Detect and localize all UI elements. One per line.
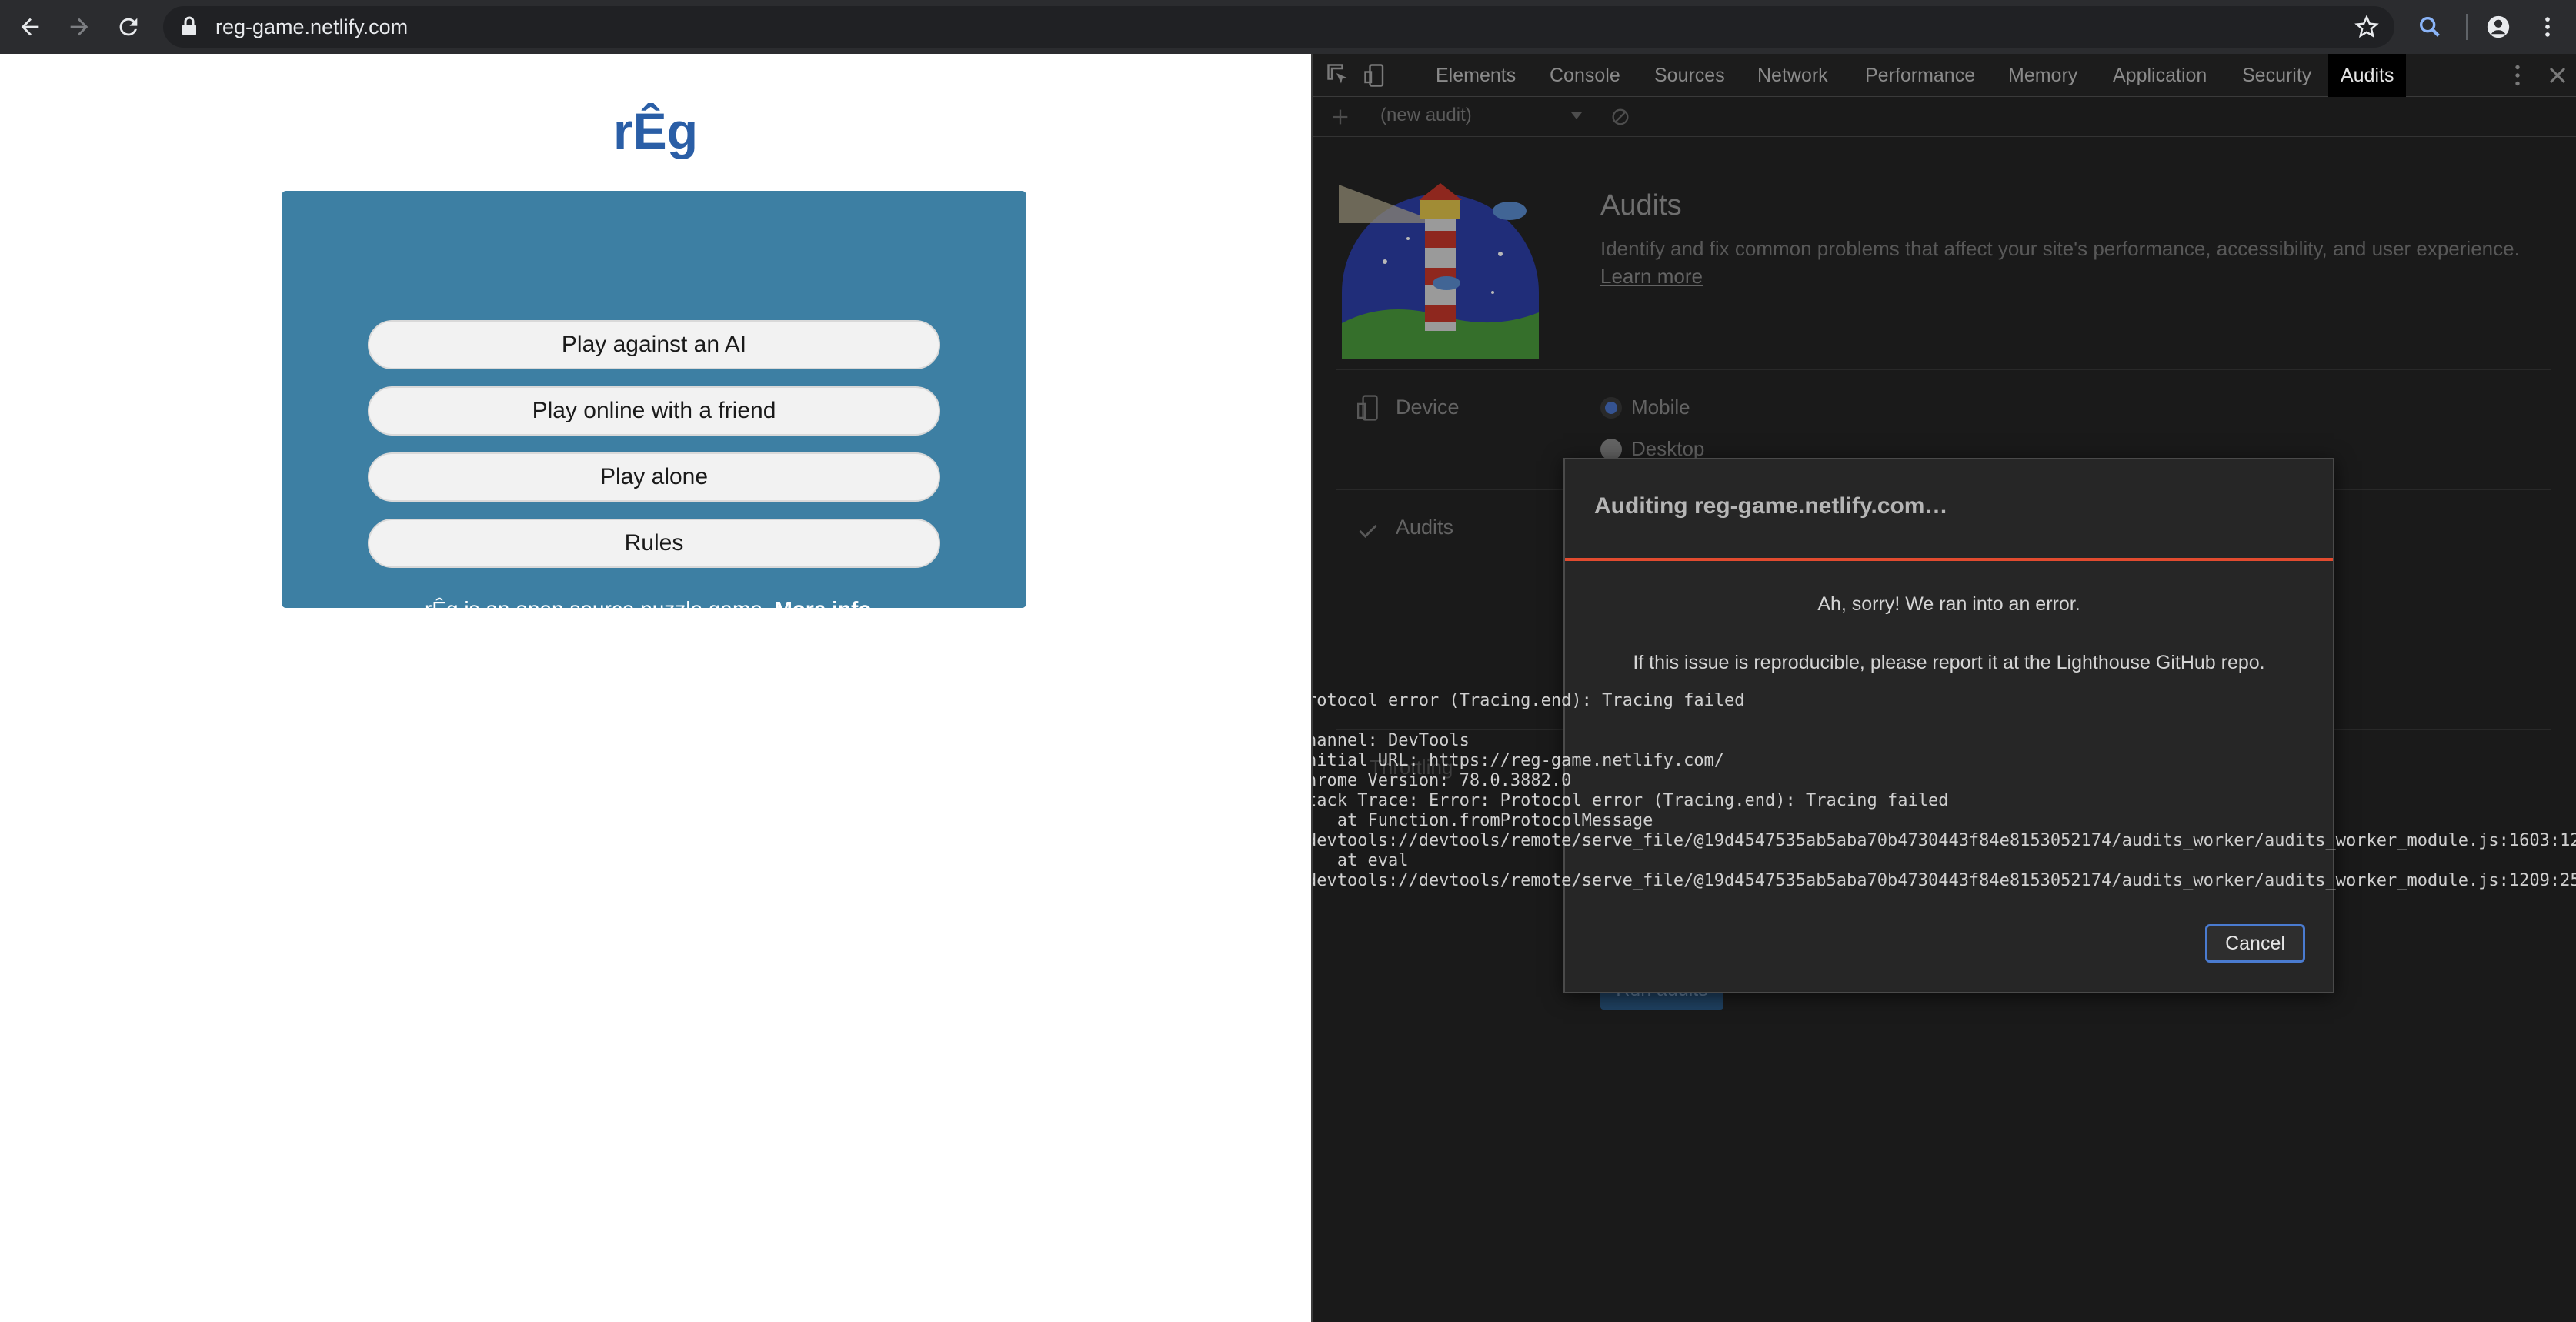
- lock-icon: [182, 16, 196, 35]
- toolbar-divider: [2466, 14, 2468, 40]
- clear-icon[interactable]: [1610, 106, 1631, 128]
- add-audit-icon[interactable]: [1330, 106, 1351, 128]
- inspect-element-icon[interactable]: [1325, 62, 1353, 89]
- error-progress-bar: [1565, 558, 2333, 561]
- browser-toolbar: reg-game.netlify.com: [0, 0, 2576, 54]
- report-message: If this issue is reproducible, please re…: [1633, 652, 2265, 673]
- tab-performance[interactable]: Performance: [1853, 54, 1987, 97]
- tab-application[interactable]: Application: [2101, 54, 2219, 97]
- play-alone-button[interactable]: Play alone: [368, 452, 940, 502]
- more-info-link[interactable]: More info: [774, 597, 871, 621]
- bookmark-star-icon[interactable]: [2349, 9, 2384, 45]
- forward-arrow-icon[interactable]: [62, 9, 97, 45]
- trace-line: devtools://devtools/remote/serve_file/@1…: [1313, 871, 2576, 890]
- devtools-menu-icon[interactable]: [2504, 62, 2531, 89]
- dialog-title: Auditing reg-game.netlify.com…: [1594, 493, 1948, 519]
- audit-select[interactable]: (new audit): [1380, 105, 1472, 126]
- chevron-down-icon: [1571, 112, 1582, 119]
- trace-line: hannel: DevTools: [1313, 731, 1470, 750]
- menu-panel: Play against an AI Play online with a fr…: [282, 191, 1026, 621]
- play-ai-button[interactable]: Play against an AI: [368, 320, 940, 369]
- devtools-panel: Elements Console Sources Network Perform…: [1311, 54, 2576, 1322]
- back-arrow-icon[interactable]: [12, 9, 48, 45]
- footer-prefix: rÊg is an open source puzzle game.: [424, 597, 769, 621]
- footer-suffix: .: [871, 597, 884, 621]
- url-text[interactable]: reg-game.netlify.com: [215, 12, 408, 42]
- device-toolbar-icon[interactable]: [1362, 62, 1390, 89]
- trace-line: tack Trace: Error: Protocol error (Traci…: [1313, 791, 1949, 810]
- trace-line: `: [1313, 890, 1316, 906]
- address-bar[interactable]: [163, 6, 2394, 48]
- error-stack-trace: rotocol error (Tracing.end): Tracing fai…: [1313, 691, 2576, 906]
- magnifier-extension-icon[interactable]: [2412, 9, 2448, 45]
- rules-button[interactable]: Rules: [368, 519, 940, 568]
- web-page: rÊg Play against an AI Play online with …: [0, 54, 1311, 1322]
- audits-toolbar: (new audit): [1313, 97, 2576, 137]
- play-online-button[interactable]: Play online with a friend: [368, 386, 940, 436]
- devtools-tabbar: Elements Console Sources Network Perform…: [1313, 54, 2576, 97]
- trace-line: hrome Version: 78.0.3882.0: [1313, 771, 1572, 790]
- close-devtools-icon[interactable]: [2544, 62, 2571, 89]
- cancel-button[interactable]: Cancel: [2205, 924, 2305, 963]
- trace-line: rotocol error (Tracing.end): Tracing fai…: [1313, 691, 1745, 710]
- trace-line: devtools://devtools/remote/serve_file/@1…: [1313, 831, 2576, 850]
- tab-audits[interactable]: Audits: [2328, 54, 2407, 97]
- trace-line: nitial URL: https://reg-game.netlify.com…: [1313, 751, 1725, 770]
- tab-network[interactable]: Network: [1745, 54, 1840, 97]
- tab-memory[interactable]: Memory: [1996, 54, 2090, 97]
- error-message: Ah, sorry! We ran into an error.: [1817, 593, 2080, 615]
- trace-line: `: [1313, 711, 1316, 731]
- trace-line: at Function.fromProtocolMessage: [1313, 811, 1653, 830]
- tab-console[interactable]: Console: [1537, 54, 1633, 97]
- reload-icon[interactable]: [111, 9, 146, 45]
- game-logo: rÊg: [612, 102, 699, 159]
- account-icon[interactable]: [2481, 9, 2516, 45]
- tab-security[interactable]: Security: [2230, 54, 2324, 97]
- tab-elements[interactable]: Elements: [1423, 54, 1528, 97]
- tab-sources[interactable]: Sources: [1642, 54, 1737, 97]
- trace-line: at eval: [1313, 851, 1409, 870]
- kebab-menu-icon[interactable]: [2530, 9, 2565, 45]
- footer-text: rÊg is an open source puzzle game. More …: [282, 597, 1026, 622]
